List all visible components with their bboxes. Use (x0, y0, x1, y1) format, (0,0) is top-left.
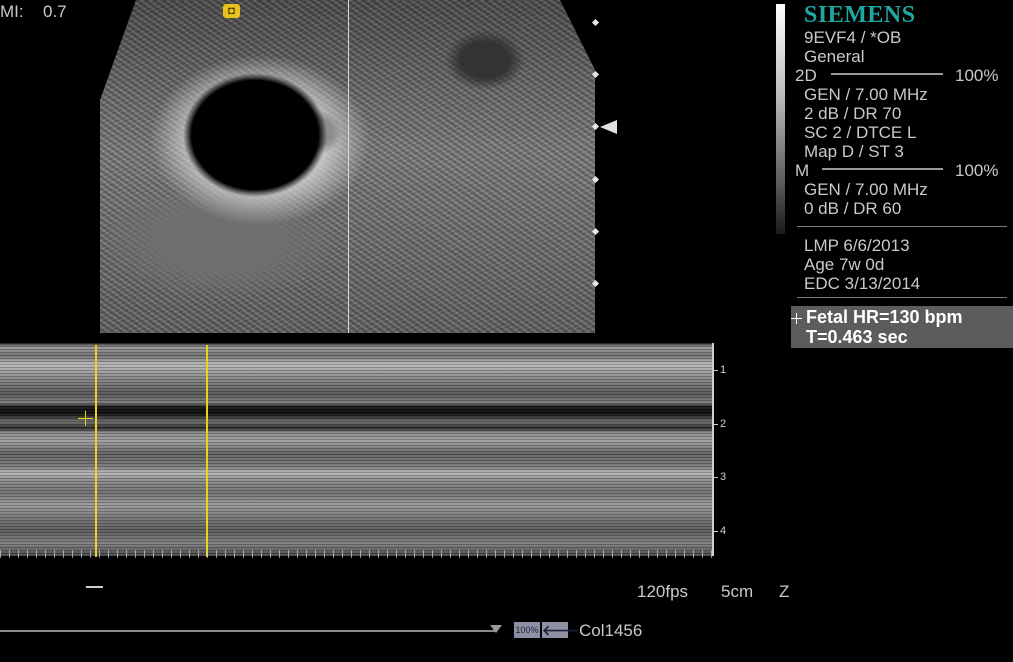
fetal-hr-result: Fetal HR=130 bpm (806, 307, 963, 327)
power-m-value: 100% (955, 161, 999, 180)
depth-tick (712, 477, 718, 478)
mode-2d-label: 2D (795, 66, 817, 85)
sc-dtce-label: SC 2 / DTCE L (804, 123, 917, 142)
depth-axis (712, 343, 714, 556)
grayscale-bar (776, 4, 785, 234)
fps-label: 120fps (637, 582, 689, 601)
gain-dr-2d-label: 2 dB / DR 70 (804, 104, 902, 123)
panel-divider (797, 226, 1007, 227)
mi-label: MI: (0, 2, 24, 21)
age-label: Age 7w 0d (804, 255, 885, 274)
freq-2d-label: GEN / 7.00 MHz (804, 85, 928, 104)
power-bar-m (822, 168, 943, 170)
gain-dr-m-label: 0 dB / DR 60 (804, 199, 902, 218)
scale-dash (86, 586, 103, 588)
depth-setting-label: 5cm (721, 582, 754, 601)
depth-tick (712, 370, 718, 371)
power-2d-value: 100% (955, 66, 999, 85)
cine-scroll-bar[interactable] (0, 630, 496, 632)
time-result: T=0.463 sec (806, 327, 908, 347)
map-st-label: Map D / ST 3 (804, 142, 904, 161)
preset-label: General (804, 47, 865, 66)
mi-value: 0.7 (43, 2, 67, 21)
freq-m-label: GEN / 7.00 MHz (804, 180, 928, 199)
zoom-indicator[interactable]: Z (779, 582, 789, 601)
depth-label: 1 (720, 364, 727, 376)
time-axis-ticks (0, 550, 712, 558)
back-arrow-icon[interactable]: 🡐 (542, 622, 580, 638)
zoom-100-badge[interactable]: 100% (514, 622, 540, 638)
depth-label: 3 (720, 471, 727, 483)
depth-tick (712, 424, 718, 425)
crosshair-marker-icon (796, 313, 797, 324)
depth-tick (712, 531, 718, 532)
depth-dot-marker (591, 18, 600, 27)
caliper-line-start[interactable] (95, 345, 97, 557)
panel-divider (797, 297, 1007, 298)
crosshair-cursor-icon[interactable] (85, 411, 86, 426)
brand-logo: SIEMENS (804, 2, 916, 28)
edc-label: EDC 3/13/2014 (804, 274, 921, 293)
depth-label: 4 (720, 525, 727, 537)
mode-m-label: M (795, 161, 810, 180)
focus-arrow-icon[interactable] (600, 120, 617, 134)
cine-position-marker-icon[interactable] (490, 625, 502, 633)
color-map-label: Col1456 (579, 621, 643, 640)
lmp-label: LMP 6/6/2013 (804, 236, 910, 255)
transducer-label: 9EVF4 / *OB (804, 28, 902, 47)
caliper-line-end[interactable] (206, 345, 208, 557)
m-mode-trace[interactable] (0, 343, 712, 556)
orientation-marker-icon: ◘ (223, 4, 240, 18)
power-bar-2d (831, 73, 943, 75)
m-line-cursor[interactable] (348, 0, 349, 333)
depth-label: 2 (720, 418, 727, 430)
